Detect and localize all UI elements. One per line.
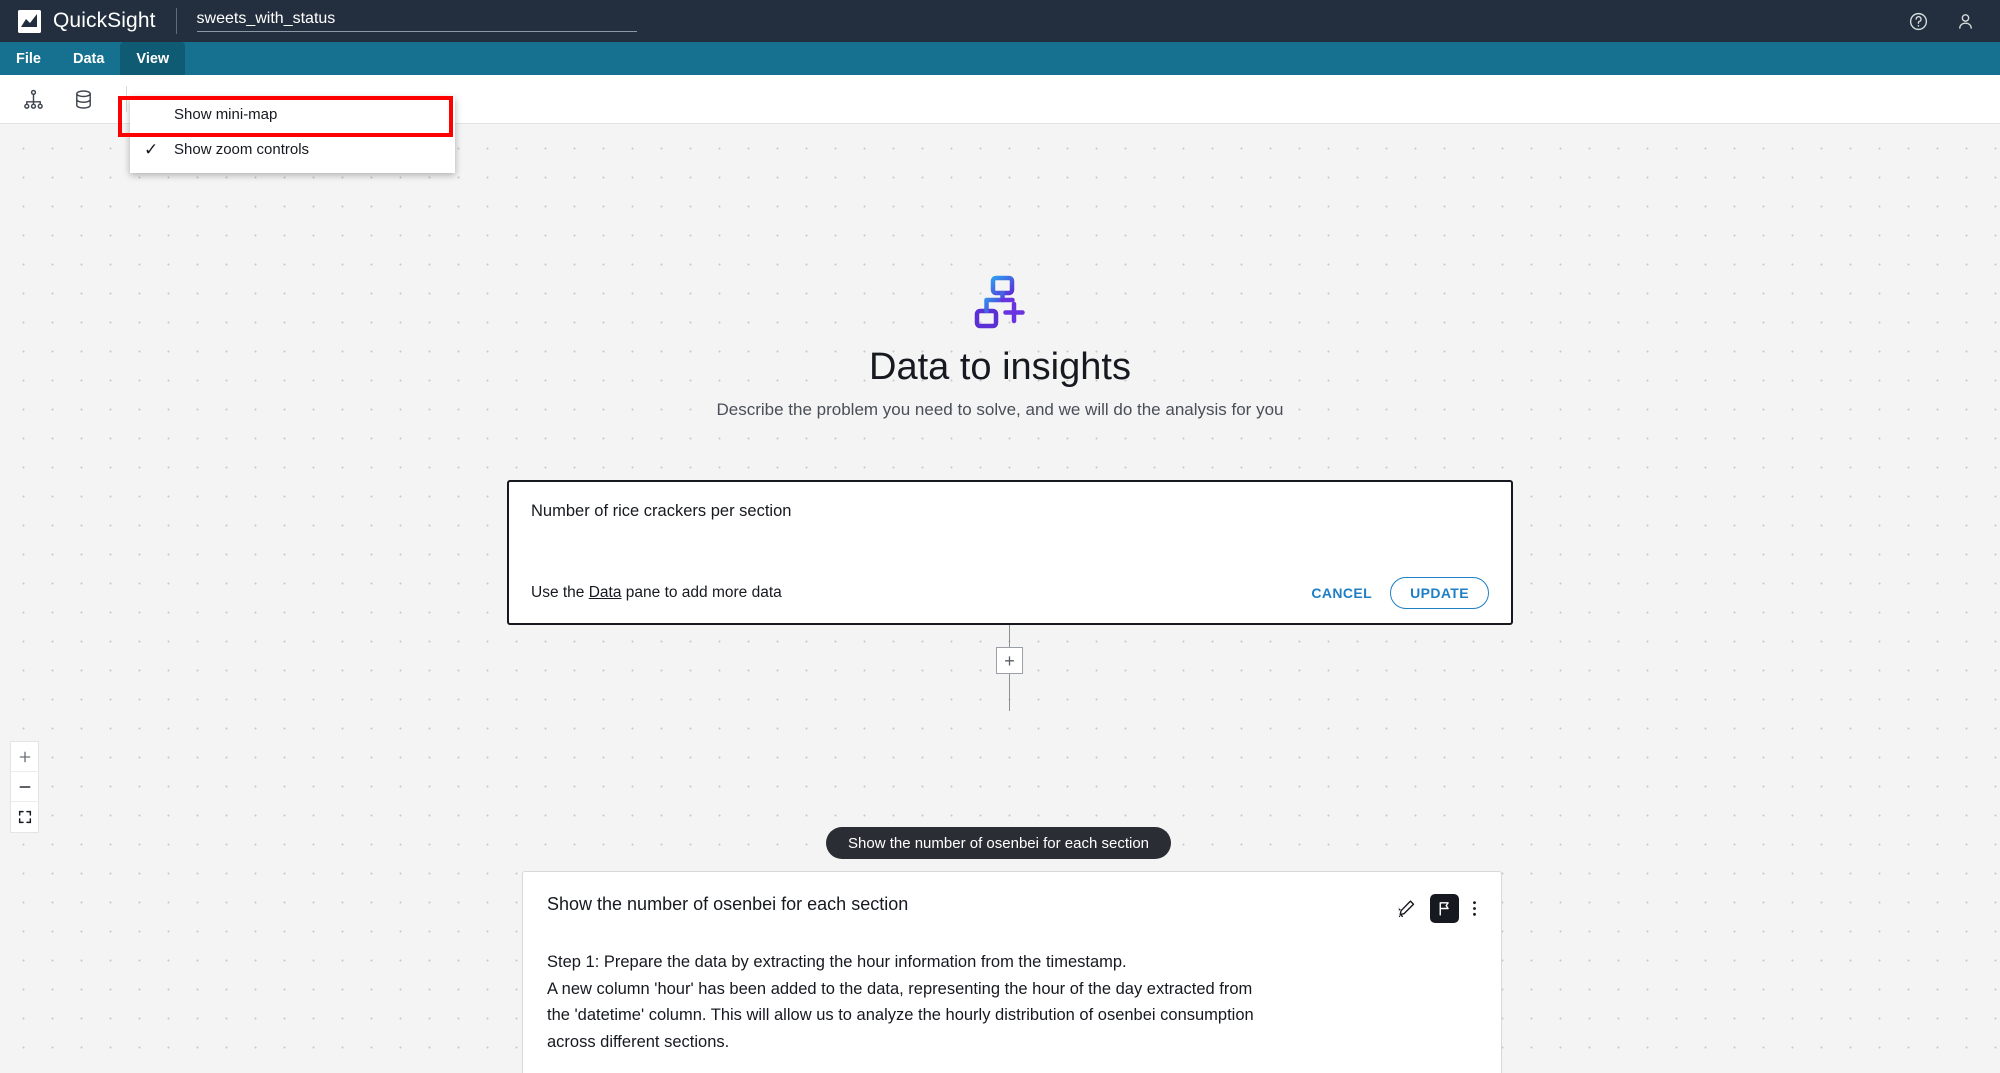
menu-data[interactable]: Data [57, 42, 120, 75]
menu-file[interactable]: File [0, 42, 57, 75]
result-card-actions [1396, 894, 1477, 923]
result-card-body: Step 1: Prepare the data by extracting t… [547, 949, 1477, 1056]
menu-item-show-mini-map[interactable]: Show mini-map [130, 97, 455, 132]
top-bar-actions [1908, 11, 2000, 32]
toolbar-divider [126, 86, 127, 112]
prompt-input[interactable]: Number of rice crackers per section [531, 502, 1489, 521]
user-account-icon[interactable] [1955, 11, 1976, 32]
check-icon: ✓ [144, 139, 159, 159]
zoom-controls [10, 741, 39, 833]
zoom-in-button[interactable] [11, 742, 38, 772]
cancel-button[interactable]: CANCEL [1303, 579, 1380, 607]
help-circle-icon[interactable] [1908, 11, 1929, 32]
result-body-line: across different sections. [547, 1033, 730, 1052]
data-pane-link[interactable]: Data [589, 584, 622, 601]
result-body-line: Step 1: Prepare the data by extracting t… [547, 953, 1127, 971]
result-card-title: Show the number of osenbei for each sect… [547, 894, 909, 914]
prompt-hint-suffix: pane to add more data [621, 584, 782, 601]
more-vertical-icon[interactable] [1472, 898, 1477, 919]
prompt-card[interactable]: Number of rice crackers per section Use … [507, 480, 1513, 625]
result-card-header: Show the number of osenbei for each sect… [547, 894, 1477, 923]
menu-bar: File Data View [0, 42, 2000, 75]
page-subtitle: Describe the problem you need to solve, … [716, 400, 1284, 419]
data-to-insights-icon [971, 274, 1029, 332]
brand-group[interactable]: QuickSight sweets_with_status [0, 8, 637, 34]
update-button[interactable]: UPDATE [1390, 577, 1489, 609]
document-title[interactable]: sweets_with_status [196, 10, 637, 32]
menu-item-label: Show zoom controls [174, 141, 310, 158]
zoom-out-button[interactable] [11, 772, 38, 802]
database-icon[interactable] [68, 84, 98, 114]
hierarchy-tree-icon[interactable] [18, 84, 48, 114]
page-title: Data to insights [869, 346, 1131, 388]
menu-view[interactable]: View [120, 42, 186, 75]
result-body-line: A new column 'hour' has been added to th… [547, 979, 1253, 998]
pencil-sparkle-icon[interactable] [1396, 898, 1417, 919]
prompt-card-footer: Use the Data pane to add more data CANCE… [531, 577, 1489, 609]
menu-item-label: Show mini-map [174, 106, 278, 123]
node-tooltip: Show the number of osenbei for each sect… [826, 827, 1172, 859]
add-node-button[interactable]: + [996, 647, 1023, 674]
menu-item-show-zoom-controls[interactable]: ✓ Show zoom controls [130, 132, 455, 167]
top-bar: QuickSight sweets_with_status [0, 0, 2000, 42]
analysis-canvas[interactable]: Data to insights Describe the problem yo… [0, 124, 2000, 1073]
quicksight-logo-icon [18, 9, 41, 33]
flag-icon[interactable] [1430, 894, 1459, 923]
prompt-card-actions: CANCEL UPDATE [1303, 577, 1489, 609]
fit-to-screen-button[interactable] [11, 802, 38, 832]
prompt-hint-prefix: Use the [531, 584, 589, 601]
result-body-line: the 'datetime' column. This will allow u… [547, 1006, 1254, 1025]
prompt-hint: Use the Data pane to add more data [531, 584, 782, 602]
product-name: QuickSight [53, 9, 156, 32]
result-card[interactable]: Show the number of osenbei for each sect… [522, 871, 1502, 1073]
view-dropdown-menu: Show mini-map ✓ Show zoom controls [130, 97, 455, 173]
brand-divider [175, 8, 177, 34]
